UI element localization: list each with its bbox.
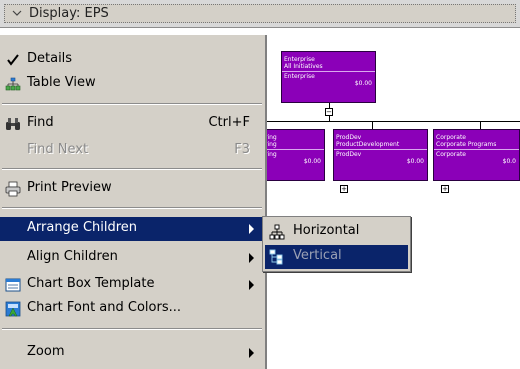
chart-box-line: Corporate <box>436 134 466 141</box>
connector-line <box>480 121 481 129</box>
submenu-item-horizontal[interactable]: Horizontal <box>265 220 408 244</box>
chart-box-line: ProdDev <box>336 134 362 141</box>
chart-box-amount: $0.00 <box>303 158 321 165</box>
table-view-icon <box>5 77 21 91</box>
chart-box-line: ring <box>265 134 277 141</box>
menu-item-label: Details <box>27 51 73 66</box>
chart-box-template-icon <box>5 278 21 292</box>
menu-separator <box>2 168 262 170</box>
expand-toggle-icon[interactable]: + <box>441 185 449 193</box>
menu-item-label: Zoom <box>27 344 65 359</box>
menu-separator <box>2 328 262 330</box>
context-menu: Details Table View Find Ctrl+F Find Next… <box>0 35 267 369</box>
binoculars-icon <box>6 118 20 130</box>
menu-item-arrange-children[interactable]: Arrange Children <box>0 217 264 241</box>
chart-box-divider <box>282 71 375 72</box>
menu-item-label: Print Preview <box>27 180 112 195</box>
chart-box-line: ProdDev <box>336 151 362 158</box>
chart-box-line: ring <box>265 141 277 148</box>
submenu-item-vertical[interactable]: Vertical <box>265 245 408 269</box>
vertical-arrange-icon <box>269 249 283 265</box>
menu-item-label: Chart Font and Colors... <box>27 300 181 315</box>
printer-icon <box>5 181 21 197</box>
menu-item-details[interactable]: Details <box>0 48 264 72</box>
chart-font-colors-icon <box>5 301 21 317</box>
menu-item-shortcut: F3 <box>234 142 250 157</box>
submenu-item-label: Horizontal <box>293 223 360 238</box>
submenu-arrow-icon <box>249 253 254 263</box>
submenu-arrow-icon <box>249 348 254 358</box>
expand-toggle-icon[interactable]: + <box>340 185 348 193</box>
chart-box-divider <box>434 149 519 150</box>
menu-item-table-view[interactable]: Table View <box>0 72 264 96</box>
checkmark-icon <box>7 54 19 66</box>
chart-box-line: Corporate Programs <box>436 141 497 148</box>
menu-separator <box>2 103 262 105</box>
chart-box-line: Enterprise <box>284 73 315 80</box>
menu-item-label: Table View <box>27 75 96 90</box>
chart-box-line: ring <box>265 151 277 158</box>
chart-box-amount: $0.0 <box>502 158 516 165</box>
menu-item-label: Find Next <box>27 142 89 157</box>
submenu-item-label: Vertical <box>293 248 342 263</box>
chart-box-amount: $0.00 <box>354 80 372 87</box>
menu-item-chart-font-colors[interactable]: Chart Font and Colors... <box>0 297 264 321</box>
chart-box-line: Enterprise <box>284 56 315 63</box>
menu-item-label: Arrange Children <box>27 220 138 235</box>
menu-item-zoom[interactable]: Zoom <box>0 341 264 365</box>
chevron-down-icon[interactable] <box>11 7 23 19</box>
submenu-arrow-icon <box>249 280 254 290</box>
collapse-toggle-icon[interactable]: − <box>325 108 333 116</box>
chart-box-divider <box>334 149 427 150</box>
menu-item-label: Chart Box Template <box>27 276 155 291</box>
menu-item-find[interactable]: Find Ctrl+F <box>0 112 264 136</box>
arrange-children-submenu: Horizontal Vertical <box>262 216 411 272</box>
display-selector[interactable]: Display: EPS <box>4 4 516 23</box>
chart-box[interactable]: ring ring ring $0.00 <box>262 129 325 181</box>
menu-item-label: Align Children <box>27 249 118 264</box>
chart-box[interactable]: Corporate Corporate Programs Corporate $… <box>433 129 520 181</box>
menu-item-chart-box-template[interactable]: Chart Box Template <box>0 273 264 297</box>
menu-item-find-next: Find Next F3 <box>0 139 264 163</box>
display-label: Display: EPS <box>29 6 109 21</box>
horizontal-arrange-icon <box>269 224 285 240</box>
chart-box-line: Corporate <box>436 151 466 158</box>
menu-item-label: Find <box>27 115 54 130</box>
chart-box-amount: $0.00 <box>406 158 424 165</box>
menu-item-shortcut: Ctrl+F <box>208 115 250 130</box>
chart-box[interactable]: ProdDev ProductDevelopment ProdDev $0.00 <box>333 129 428 181</box>
menu-item-align-children[interactable]: Align Children <box>0 246 264 270</box>
connector-line <box>262 121 520 122</box>
connector-line <box>372 121 373 129</box>
chart-box-divider <box>263 149 324 150</box>
menu-item-print-preview[interactable]: Print Preview <box>0 177 264 201</box>
chart-box-line: All Initiatives <box>284 63 323 70</box>
display-bar: Display: EPS <box>0 0 520 28</box>
chart-box-root[interactable]: Enterprise All Initiatives Enterprise $0… <box>281 51 376 103</box>
chart-box-line: ProductDevelopment <box>336 141 400 148</box>
submenu-arrow-icon <box>249 224 254 234</box>
menu-separator <box>2 207 262 209</box>
